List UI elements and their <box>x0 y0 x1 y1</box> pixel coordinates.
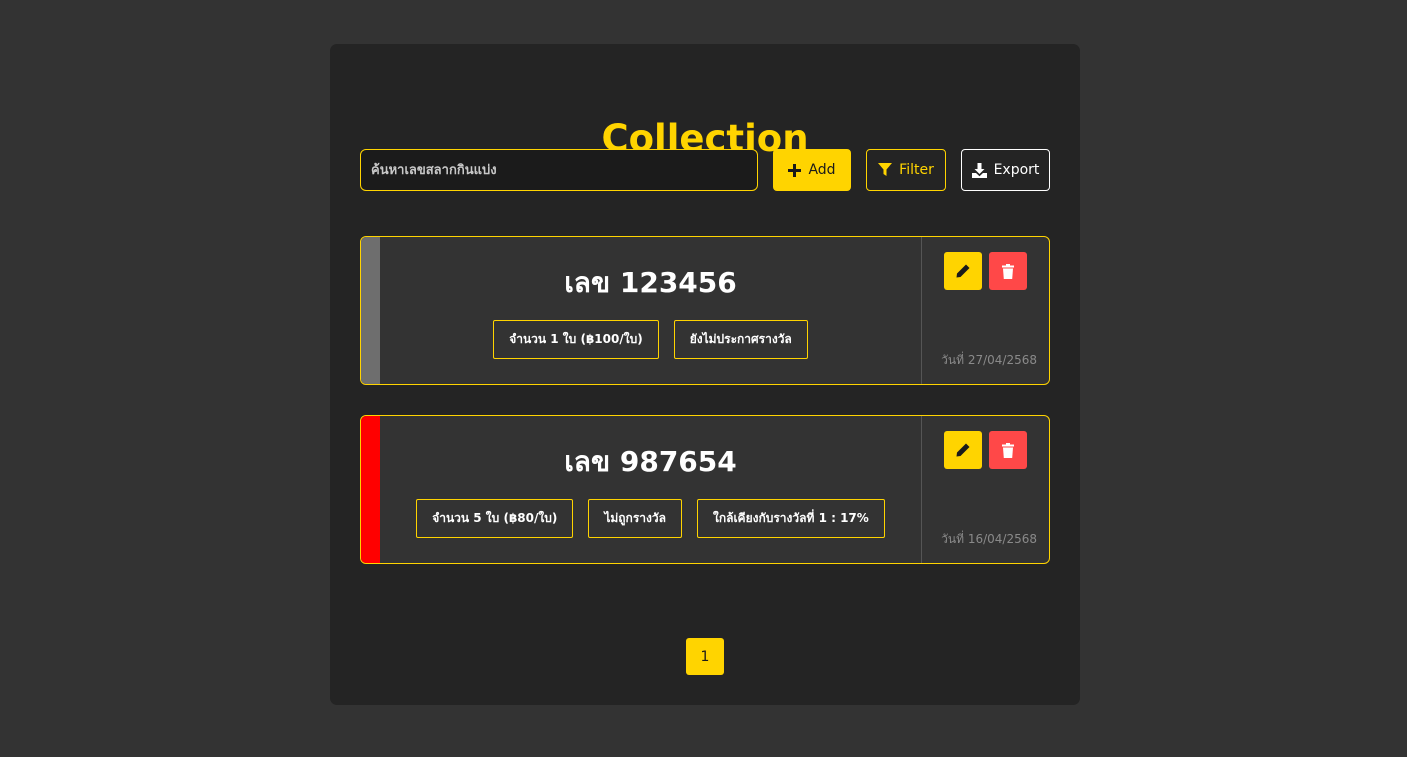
status-stripe <box>361 237 380 384</box>
search-input[interactable] <box>360 149 758 191</box>
quantity-tag: จำนวน 5 ใบ (฿80/ใบ) <box>416 499 574 538</box>
card-main: เลข 987654 จำนวน 5 ใบ (฿80/ใบ) ไม่ถูกราง… <box>380 416 921 563</box>
download-icon <box>971 162 987 178</box>
status-tag: ยังไม่ประกาศรางวัล <box>673 320 808 359</box>
card-actions: วันที่ 16/04/2568 <box>921 416 1049 563</box>
export-button-label: Export <box>993 162 1040 178</box>
plus-icon <box>788 163 802 177</box>
filter-button-label: Filter <box>899 162 934 178</box>
lottery-number: เลข 123456 <box>564 266 737 299</box>
add-button-label: Add <box>808 162 836 178</box>
funnel-icon <box>878 163 893 176</box>
edit-button[interactable] <box>944 431 982 469</box>
edit-button[interactable] <box>944 252 982 290</box>
similarity-tag: ใกล้เคียงกับรางวัลที่ 1 : 17% <box>696 499 885 538</box>
card-actions: วันที่ 27/04/2568 <box>921 237 1049 384</box>
card-main: เลข 123456 จำนวน 1 ใบ (฿100/ใบ) ยังไม่ปร… <box>380 237 921 384</box>
pagination-page-button[interactable]: 1 <box>686 638 724 675</box>
add-button[interactable]: Add <box>773 149 851 191</box>
collection-panel: Collection Add Filter Export เลข 123456 … <box>330 44 1080 705</box>
card-tags: จำนวน 5 ใบ (฿80/ใบ) ไม่ถูกรางวัล ใกล้เคี… <box>380 499 921 538</box>
card-date: วันที่ 27/04/2568 <box>941 353 1037 367</box>
lottery-card: เลข 987654 จำนวน 5 ใบ (฿80/ใบ) ไม่ถูกราง… <box>360 415 1050 564</box>
lottery-number: เลข 987654 <box>564 445 737 478</box>
pencil-icon <box>956 264 970 278</box>
filter-button[interactable]: Filter <box>866 149 946 191</box>
export-button[interactable]: Export <box>961 149 1050 191</box>
delete-button[interactable] <box>989 252 1027 290</box>
quantity-tag: จำนวน 1 ใบ (฿100/ใบ) <box>493 320 659 359</box>
trash-icon <box>1002 442 1014 458</box>
card-date: วันที่ 16/04/2568 <box>941 532 1037 546</box>
trash-icon <box>1002 263 1014 279</box>
delete-button[interactable] <box>989 431 1027 469</box>
pencil-icon <box>956 443 970 457</box>
status-stripe <box>361 416 380 563</box>
lottery-card: เลข 123456 จำนวน 1 ใบ (฿100/ใบ) ยังไม่ปร… <box>360 236 1050 385</box>
status-tag: ไม่ถูกรางวัล <box>588 499 682 538</box>
card-tags: จำนวน 1 ใบ (฿100/ใบ) ยังไม่ประกาศรางวัล <box>380 320 921 359</box>
